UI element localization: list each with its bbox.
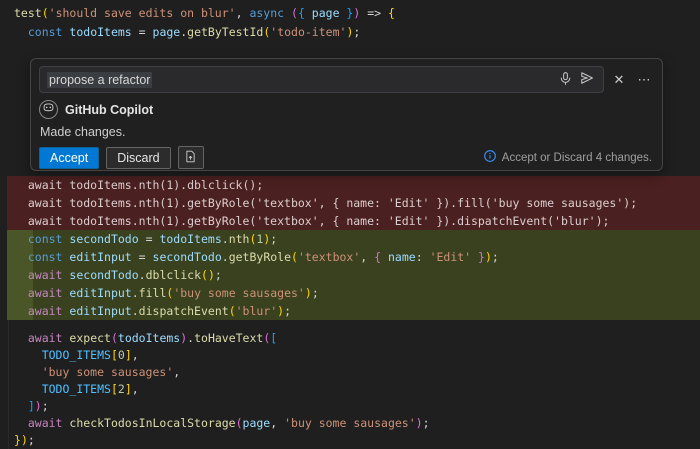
code-line-removed[interactable]: await todoItems.nth(1).dblclick(); (7, 176, 700, 194)
code-line[interactable]: TODO_ITEMS[0], (0, 347, 700, 364)
code-line[interactable]: const todoItems = page.getByTestId('todo… (0, 23, 700, 42)
discard-button[interactable]: Discard (106, 147, 170, 169)
code-line[interactable]: ]); (0, 398, 700, 415)
code-line-added[interactable]: await editInput.dispatchEvent('blur'); (7, 302, 700, 320)
status-text: Accept or Discard 4 changes. (502, 152, 652, 164)
more-actions-button[interactable]: ⋯ (634, 69, 654, 91)
copilot-goggles-icon (42, 101, 55, 119)
code-line-added[interactable]: await editInput.fill('buy some sausages'… (7, 284, 700, 302)
code-line-removed[interactable]: await todoItems.nth(1).getByRole('textbo… (7, 194, 700, 212)
mic-icon (558, 71, 573, 89)
code-line[interactable]: await checkTodosInLocalStorage(page, 'bu… (0, 415, 700, 432)
vscode-editor: test('should save edits on blur', async … (0, 0, 700, 449)
code-line[interactable]: test('should save edits on blur', async … (0, 4, 700, 23)
info-icon (483, 149, 497, 166)
chat-footer: Accept Discard (39, 146, 654, 169)
code-block-top: test('should save edits on blur', async … (0, 4, 700, 42)
code-line-added[interactable]: await secondTodo.dblclick(); (7, 266, 700, 284)
ellipsis-icon: ⋯ (638, 72, 651, 88)
code-line[interactable]: }); (0, 432, 700, 449)
inline-chat-widget: propose a refactor (30, 58, 663, 171)
close-icon: ✕ (614, 72, 625, 88)
toggle-changes-button[interactable] (178, 146, 204, 169)
code-line[interactable]: TODO_ITEMS[2], (0, 381, 700, 398)
code-block-bottom: await expect(todoItems).toHaveText([ TOD… (0, 330, 700, 449)
code-line-added[interactable]: const secondTodo = todoItems.nth(1); (7, 230, 700, 248)
accept-button[interactable]: Accept (39, 147, 99, 169)
provider-row: GitHub Copilot (39, 100, 654, 119)
send-icon (579, 70, 595, 89)
chat-response-message: Made changes. (40, 125, 654, 139)
code-line-removed[interactable]: await todoItems.nth(1).getByRole('textbo… (7, 212, 700, 230)
copilot-avatar (39, 100, 58, 119)
send-button[interactable] (576, 69, 598, 91)
close-button[interactable]: ✕ (609, 69, 629, 91)
chat-input[interactable]: propose a refactor (39, 66, 604, 93)
code-line[interactable]: 'buy some sausages', (0, 364, 700, 381)
code-line[interactable]: await expect(todoItems).toHaveText([ (0, 330, 700, 347)
file-arrow-up-icon (184, 150, 197, 166)
provider-name: GitHub Copilot (65, 103, 153, 117)
code-line-added[interactable]: const editInput = secondTodo.getByRole('… (7, 248, 700, 266)
status-message: Accept or Discard 4 changes. (483, 149, 654, 166)
inline-diff-block: await todoItems.nth(1).dblclick(); await… (0, 176, 700, 320)
voice-input-button[interactable] (554, 69, 576, 91)
chat-input-row: propose a refactor (39, 66, 654, 93)
chat-input-value: propose a refactor (47, 72, 152, 88)
